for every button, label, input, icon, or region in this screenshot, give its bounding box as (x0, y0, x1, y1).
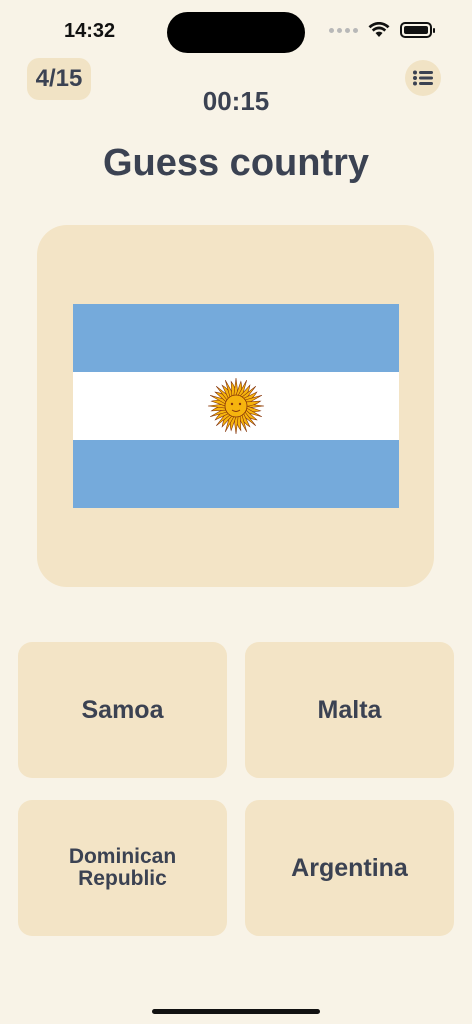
answer-label: Samoa (81, 695, 164, 724)
cellular-signal-icon (329, 27, 358, 33)
answer-option-malta[interactable]: Malta (245, 642, 454, 778)
answer-option-dominican-republic[interactable]: Dominican Republic (18, 800, 227, 936)
answer-option-samoa[interactable]: Samoa (18, 642, 227, 778)
answer-label: Dominican Republic (68, 844, 177, 890)
countdown-timer: 00:15 (202, 86, 270, 116)
wifi-icon (368, 22, 390, 37)
menu-button[interactable] (405, 60, 441, 96)
answer-label: Argentina (291, 853, 408, 882)
home-indicator (152, 1009, 320, 1014)
battery-icon (400, 22, 435, 38)
quiz-screen: 14:32 4/15 00:15 Guess country Samoa Mal… (0, 0, 472, 1024)
answer-label: Malta (317, 695, 382, 724)
answer-option-argentina[interactable]: Argentina (245, 800, 454, 936)
status-icons (329, 22, 435, 38)
status-time: 14:32 (64, 20, 116, 42)
dynamic-island (167, 12, 305, 53)
page-title: Guess country (102, 142, 370, 184)
list-icon (413, 70, 433, 86)
flag-card (37, 225, 434, 587)
argentina-flag-icon (73, 304, 399, 508)
